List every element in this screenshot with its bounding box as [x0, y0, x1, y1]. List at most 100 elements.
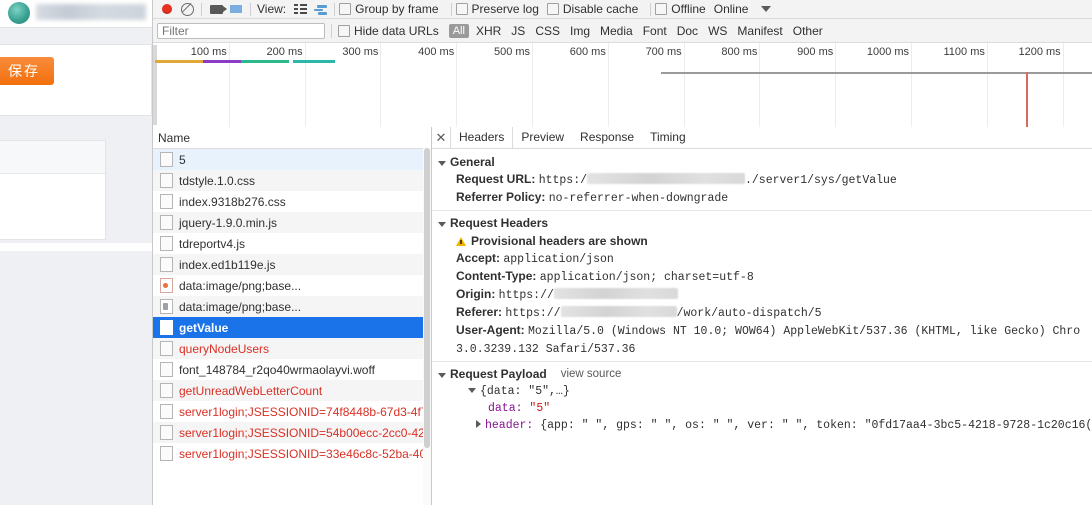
network-split-panes: Name 5 tdstyle.1.0.css index.9318b276.css j…	[153, 127, 1092, 505]
overview-tick-label: 1200 ms	[1018, 46, 1061, 58]
image-icon-gray	[160, 299, 173, 314]
disable-cache-checkbox[interactable]	[546, 3, 559, 15]
request-name: server1login;JSESSIONID=74f8448b-67d3-4f…	[179, 404, 431, 419]
overview-left-handle[interactable]	[153, 45, 157, 125]
general-referrer-policy-row: Referrer Policy: no-referrer-when-downgr…	[432, 189, 1092, 207]
image-icon-pink	[160, 278, 173, 293]
request-row[interactable]: queryNodeUsers	[153, 338, 431, 359]
request-list-header: Name	[153, 127, 431, 149]
payload-root-row[interactable]: {data: "5",…}	[432, 383, 1092, 400]
provisional-headers-text: Provisional headers are shown	[471, 234, 648, 248]
header-key: Referer:	[456, 305, 503, 319]
section-request-payload-header[interactable]: Request Payload view source	[432, 365, 1092, 383]
tab-response[interactable]: Response	[572, 127, 642, 148]
request-row[interactable]: server1login;JSESSIONID=74f8448b-67d3-4f…	[153, 401, 431, 422]
devtools-network-panel: View: Group by frame Preserve log Disabl…	[152, 0, 1092, 505]
background-web-page: 删除 保存 订单	[0, 0, 152, 505]
filter-type-font[interactable]: Font	[638, 24, 672, 38]
referer-path: /work/auto-dispatch/5	[676, 307, 822, 320]
record-button[interactable]	[157, 0, 177, 18]
save-button[interactable]: 保存	[0, 57, 54, 85]
network-overview-timeline[interactable]: 100 ms 200 ms 300 ms 400 ms 500 ms 600 ms 700 …	[153, 43, 1092, 128]
request-row[interactable]: tdstyle.1.0.css	[153, 170, 431, 191]
filter-type-media[interactable]: Media	[595, 24, 638, 38]
document-icon	[160, 383, 173, 398]
overview-ruler: 100 ms 200 ms 300 ms 400 ms 500 ms 600 ms 700 …	[153, 43, 1092, 127]
request-name: server1login;JSESSIONID=33e46c8c-52ba-40…	[179, 446, 431, 461]
section-request-headers-header[interactable]: Request Headers	[432, 214, 1092, 232]
request-row[interactable]: getValue	[153, 317, 431, 338]
request-name: index.9318b276.css	[179, 194, 286, 209]
column-header-name[interactable]: Name	[153, 131, 190, 145]
redacted-host-block	[560, 306, 677, 317]
filter-type-all[interactable]: All	[448, 23, 469, 38]
overview-tick-label: 300 ms	[342, 46, 379, 58]
filter-input[interactable]	[157, 22, 325, 39]
overview-bar-segment	[293, 60, 335, 63]
request-row[interactable]: tdreportv4.js	[153, 233, 431, 254]
document-icon	[160, 446, 173, 461]
request-list-scrollbar[interactable]	[423, 148, 431, 505]
filter-type-other[interactable]: Other	[788, 24, 828, 38]
section-request-payload-title: Request Payload	[450, 367, 547, 381]
request-name: tdreportv4.js	[179, 236, 246, 251]
clear-icon	[180, 2, 194, 16]
scrollbar-thumb[interactable]	[424, 148, 430, 448]
close-icon[interactable]: ✕	[432, 127, 450, 148]
filter-type-img[interactable]: Img	[565, 24, 595, 38]
header-key: User-Agent:	[456, 323, 525, 337]
filter-type-js[interactable]: JS	[506, 24, 530, 38]
request-detail-pane: ✕ Headers Preview Response Timing Genera…	[432, 127, 1092, 505]
request-row[interactable]: index.ed1b119e.js	[153, 254, 431, 275]
overview-tick-label: 200 ms	[266, 46, 303, 58]
filter-toggle-button[interactable]	[226, 0, 246, 25]
background-order-card: 订单	[0, 140, 106, 240]
filter-type-xhr[interactable]: XHR	[471, 24, 506, 38]
request-row[interactable]: font_148784_r2qo40wrmaolayvi.woff	[153, 359, 431, 380]
throttle-dropdown-button[interactable]	[756, 0, 776, 18]
header-value: application/json	[503, 253, 614, 266]
large-request-rows-button[interactable]	[290, 0, 310, 18]
clear-button[interactable]	[177, 0, 197, 18]
network-filter-bar: Hide data URLs All XHR JS CSS Img Media …	[153, 19, 1092, 43]
request-row[interactable]: index.9318b276.css	[153, 191, 431, 212]
document-icon	[160, 257, 173, 272]
overview-tick-label: 500 ms	[493, 46, 531, 58]
request-list-rows: 5 tdstyle.1.0.css index.9318b276.css jquery…	[153, 149, 431, 464]
offline-checkbox[interactable]	[655, 3, 668, 15]
filter-type-ws[interactable]: WS	[703, 24, 732, 38]
show-overview-button[interactable]	[310, 0, 330, 18]
filter-type-css[interactable]: CSS	[530, 24, 565, 38]
request-row[interactable]: data:image/png;base...	[153, 275, 431, 296]
header-row-content-type: Content-Type: application/json; charset=…	[432, 268, 1092, 286]
view-source-link[interactable]: view source	[561, 368, 622, 380]
toolbar-divider	[450, 2, 452, 16]
funnel-filter-icon	[230, 5, 242, 25]
chevron-down-icon	[438, 221, 446, 227]
request-row[interactable]: getUnreadWebLetterCount	[153, 380, 431, 401]
header-value: application/json; charset=utf-8	[539, 271, 754, 284]
request-row[interactable]: server1login;JSESSIONID=33e46c8c-52ba-40…	[153, 443, 431, 464]
document-icon	[160, 362, 173, 377]
filter-type-manifest[interactable]: Manifest	[732, 24, 787, 38]
request-row[interactable]: server1login;JSESSIONID=54b00ecc-2cc0-42…	[153, 422, 431, 443]
background-order-card-header	[0, 141, 105, 174]
hide-data-urls-checkbox[interactable]	[338, 24, 350, 37]
document-icon	[160, 320, 173, 335]
tab-preview[interactable]: Preview	[513, 127, 572, 148]
tab-headers[interactable]: Headers	[450, 127, 514, 148]
filter-type-doc[interactable]: Doc	[672, 24, 703, 38]
request-row[interactable]: data:image/png;base...	[153, 296, 431, 317]
document-icon	[160, 215, 173, 230]
throttle-online-label[interactable]: Online	[714, 2, 749, 16]
section-general-header[interactable]: General	[432, 153, 1092, 171]
request-row[interactable]: 5	[153, 149, 431, 170]
request-row[interactable]: jquery-1.9.0.min.js	[153, 212, 431, 233]
payload-header-row[interactable]: header: {app: " ", gps: " ", os: " ", ve…	[432, 417, 1092, 434]
tab-timing[interactable]: Timing	[642, 127, 694, 148]
group-by-frame-checkbox[interactable]	[339, 3, 352, 15]
capture-screenshots-button[interactable]	[206, 0, 227, 18]
overview-tick: 500 ms	[494, 43, 534, 127]
preserve-log-checkbox[interactable]	[455, 3, 468, 15]
show-overview-icon	[313, 4, 328, 15]
